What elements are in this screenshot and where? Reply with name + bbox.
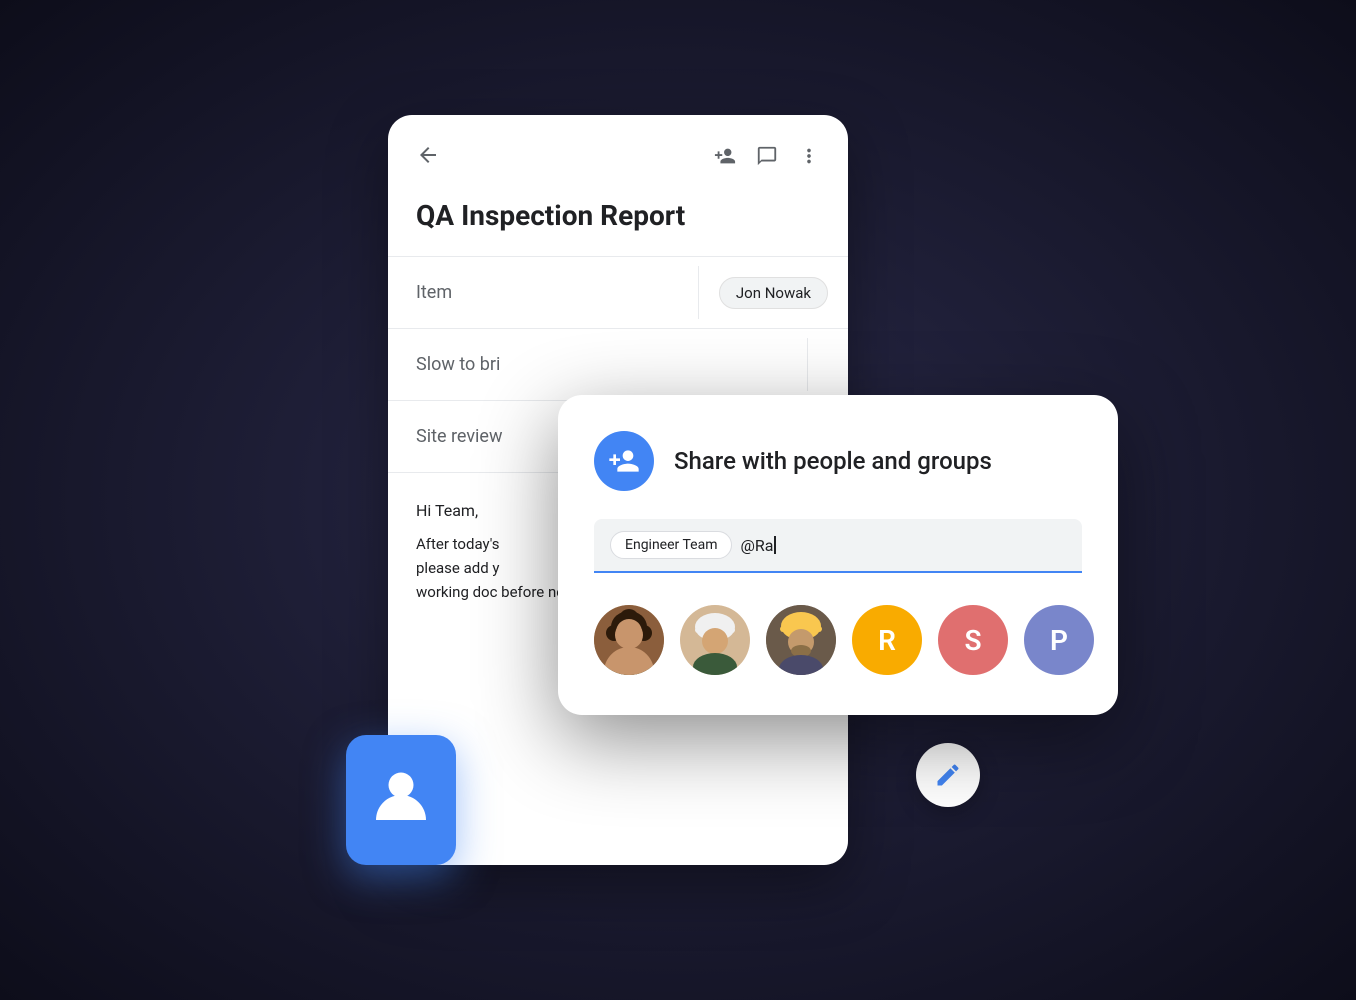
table-cell-slow-value — [808, 349, 848, 381]
share-input-area[interactable]: Engineer Team @Ra — [594, 519, 1082, 573]
share-input-text[interactable]: @Ra — [740, 536, 776, 555]
notes-icon[interactable] — [756, 145, 778, 172]
share-avatars-row: R S P — [594, 597, 1082, 683]
engineer-team-chip[interactable]: Engineer Team — [610, 531, 732, 559]
more-icon[interactable] — [798, 145, 820, 172]
table-row: Item Jon Nowak — [388, 257, 848, 329]
avatar-person-2[interactable] — [680, 605, 750, 675]
add-person-icon[interactable] — [714, 145, 736, 172]
table-row: Slow to bri — [388, 329, 848, 401]
jon-nowak-badge: Jon Nowak — [719, 277, 828, 309]
avatar-s[interactable]: S — [938, 605, 1008, 675]
back-icon[interactable] — [416, 143, 440, 173]
table-cell-item-value: Jon Nowak — [699, 267, 848, 318]
avatar-person-3[interactable] — [766, 605, 836, 675]
fab-edit-button[interactable] — [916, 743, 980, 807]
person-card — [346, 735, 456, 865]
table-cell-slow-label: Slow to bri — [388, 338, 808, 391]
share-dialog: Share with people and groups Engineer Te… — [558, 395, 1118, 715]
scene: QA Inspection Report Item Jon Nowak Slow… — [228, 75, 1128, 925]
avatar-r[interactable]: R — [852, 605, 922, 675]
avatar-p[interactable]: P — [1024, 605, 1094, 675]
person-icon — [371, 765, 431, 835]
share-header: Share with people and groups — [594, 431, 1082, 491]
table-cell-item-label: Item — [388, 266, 699, 319]
doc-header — [388, 115, 848, 189]
doc-actions — [714, 145, 820, 172]
doc-title: QA Inspection Report — [388, 189, 848, 256]
share-icon-circle — [594, 431, 654, 491]
cursor — [774, 536, 776, 554]
avatar-person-1[interactable] — [594, 605, 664, 675]
share-title: Share with people and groups — [674, 447, 992, 475]
